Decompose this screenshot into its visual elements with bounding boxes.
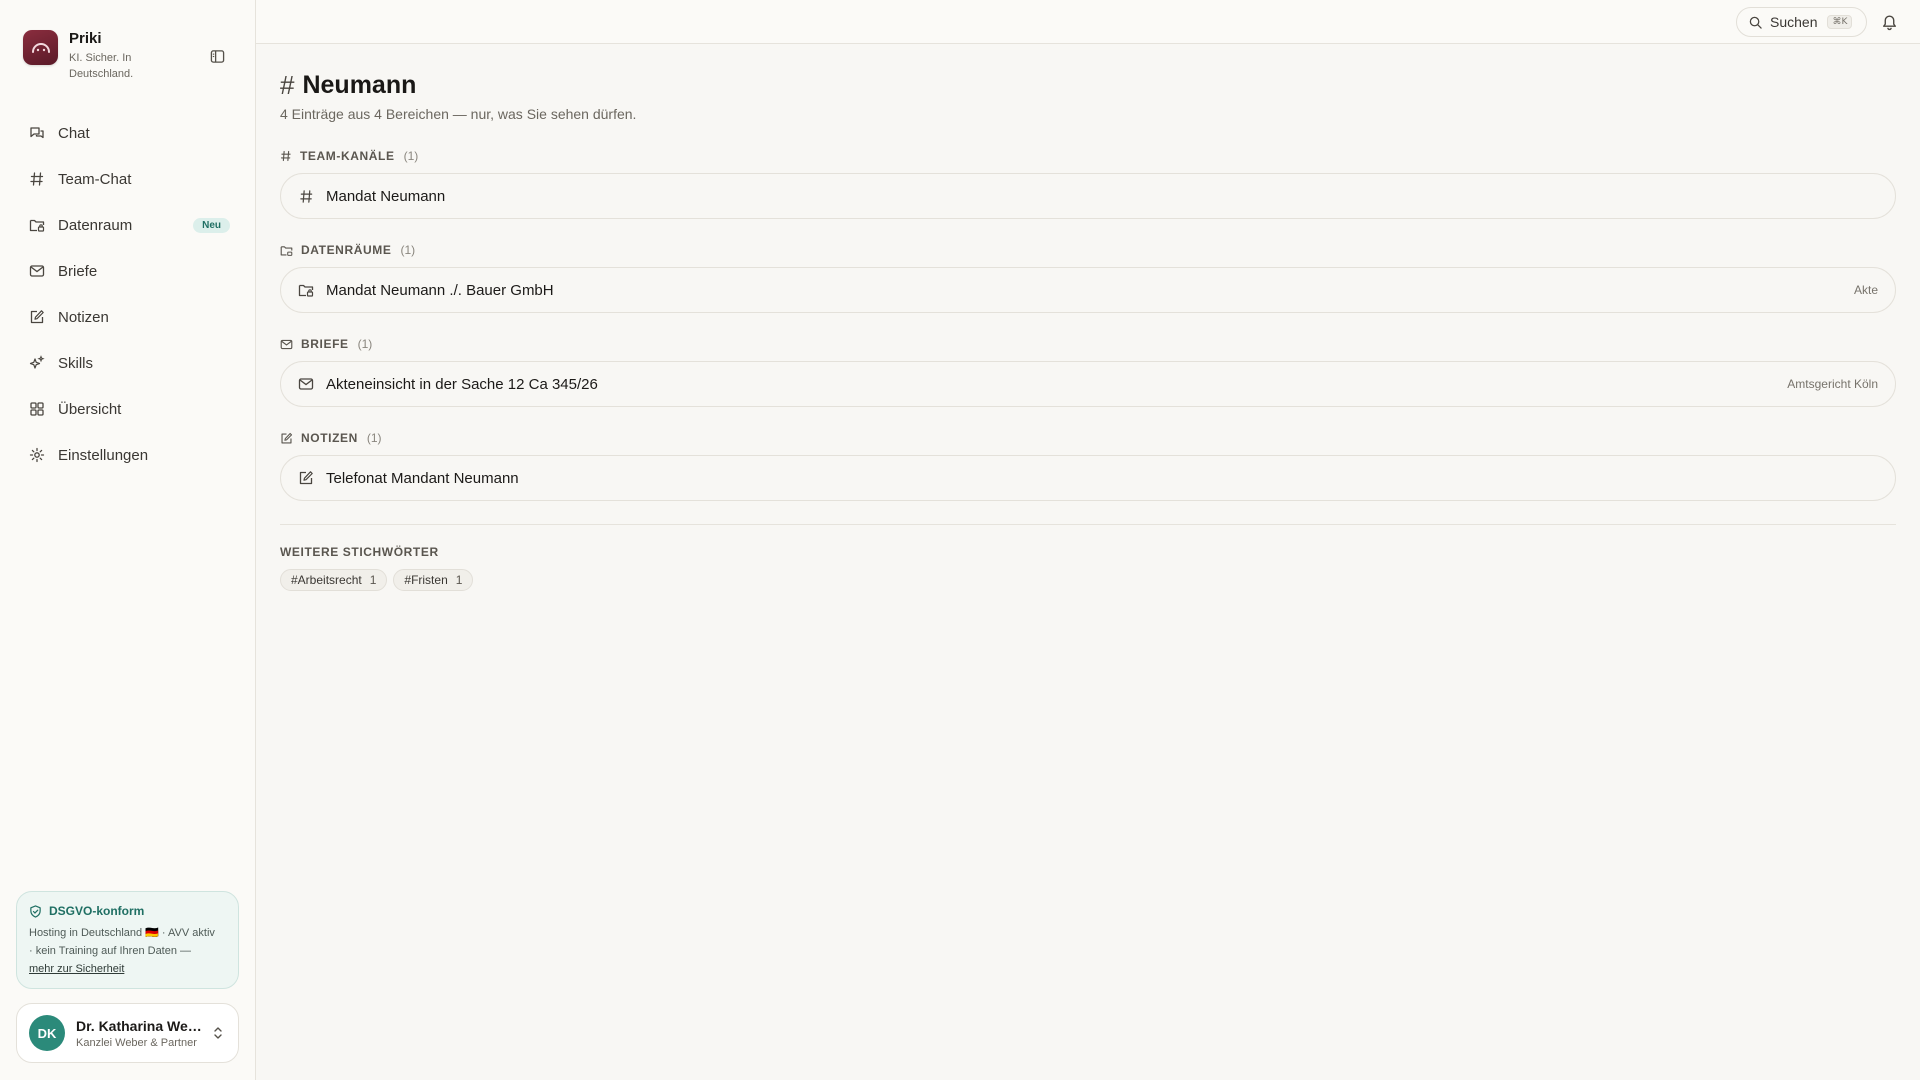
grid-icon <box>29 401 45 417</box>
nav-item-briefe[interactable]: Briefe <box>16 252 240 290</box>
section-heading: DATENRÄUME <box>301 243 392 257</box>
security-text-line2: · kein Training auf Ihren Daten — <box>29 945 192 957</box>
nav-item-datenraum[interactable]: Datenraum Neu <box>16 206 240 244</box>
nav-item-notizen[interactable]: Notizen <box>16 298 240 336</box>
brand-name: Priki <box>69 30 102 47</box>
section-heading: TEAM-KANÄLE <box>300 149 395 163</box>
nav-item-einstellungen[interactable]: Einstellungen <box>16 436 240 474</box>
nav-label-datenraum: Datenraum <box>58 216 133 234</box>
search-button[interactable]: Suchen ⌘K <box>1736 7 1867 37</box>
section-count: (1) <box>400 243 416 257</box>
nav-item-team-chat[interactable]: Team-Chat <box>16 160 240 198</box>
tag-label: #Fristen <box>404 573 448 587</box>
section-count: (1) <box>403 149 419 163</box>
result-note[interactable]: Telefonat Mandant Neumann <box>280 455 1896 501</box>
mail-icon <box>280 338 293 351</box>
nav-label-skills: Skills <box>58 354 94 372</box>
tag-count: 1 <box>455 573 463 587</box>
nav-label-team-chat: Team-Chat <box>58 170 132 188</box>
topbar: Suchen ⌘K <box>256 0 1920 44</box>
result-title: Akteneinsicht in der Sache 12 Ca 345/26 <box>326 375 598 393</box>
shield-check-icon <box>29 904 42 918</box>
sidebar: Priki KI. Sicher. In Deutschland. Chat T… <box>0 0 256 1080</box>
section-heading: BRIEFE <box>301 337 349 351</box>
result-meta: Akte <box>1853 283 1878 297</box>
note-edit-icon <box>298 470 314 486</box>
mail-icon <box>298 376 314 392</box>
result-title: Mandat Neumann <box>326 187 446 205</box>
user-org: Kanzlei Weber & Partner <box>76 1036 197 1049</box>
user-name: Dr. Katharina Weber <box>76 1017 204 1034</box>
sparkles-icon <box>29 355 45 371</box>
nav-label-notizen: Notizen <box>58 308 109 326</box>
folder-lock-icon <box>29 217 45 233</box>
brand-tagline: KI. Sicher. In Deutschland. <box>69 52 134 80</box>
nav-item-skills[interactable]: Skills <box>16 344 240 382</box>
nav-label-uebersicht: Übersicht <box>58 400 122 418</box>
hash-icon <box>29 171 45 187</box>
folder-lock-icon <box>280 244 293 257</box>
avatar: DK <box>29 1015 65 1051</box>
tag-count: 1 <box>369 573 377 587</box>
mail-icon <box>29 263 45 279</box>
more-keywords-heading: WEITERE STICHWÖRTER <box>280 545 439 559</box>
nav-item-uebersicht[interactable]: Übersicht <box>16 390 240 428</box>
keyword-tags: #Arbeitsrecht 1 #Fristen 1 <box>280 569 479 591</box>
security-title: DSGVO-konform <box>49 904 145 918</box>
result-title: Telefonat Mandant Neumann <box>326 469 519 487</box>
hash-icon: # <box>280 70 295 100</box>
chat-icon <box>29 125 45 141</box>
result-title: Mandat Neumann ./. Bauer GmbH <box>326 281 554 299</box>
security-text-line1: Hosting in Deutschland 🇩🇪 · AVV aktiv <box>29 927 215 939</box>
notifications-button[interactable] <box>1881 13 1899 31</box>
result-letter[interactable]: Akteneinsicht in der Sache 12 Ca 345/26 … <box>280 361 1896 407</box>
page-subtitle: 4 Einträge aus 4 Bereichen — nur, was Si… <box>280 106 637 122</box>
new-badge: Neu <box>193 217 230 233</box>
section-data-rooms: DATENRÄUME (1) Mandat Neumann ./. Bauer … <box>280 242 1896 313</box>
chevron-up-down-icon <box>212 1026 224 1040</box>
search-label: Suchen <box>1770 14 1818 30</box>
section-count: (1) <box>357 337 373 351</box>
bell-icon <box>1882 15 1897 31</box>
security-notice: DSGVO-konform Hosting in Deutschland 🇩🇪 … <box>16 891 239 989</box>
keyword-tag[interactable]: #Arbeitsrecht 1 <box>280 569 388 591</box>
result-team-channel[interactable]: Mandat Neumann <box>280 173 1896 219</box>
nav-label-chat: Chat <box>58 124 90 142</box>
divider <box>280 524 1896 525</box>
folder-lock-icon <box>298 282 314 298</box>
security-more-link[interactable]: mehr zur Sicherheit <box>29 963 124 975</box>
section-heading: NOTIZEN <box>301 431 358 445</box>
user-menu-button[interactable]: DK Dr. Katharina Weber Kanzlei Weber & P… <box>16 1003 239 1063</box>
keyword-tag[interactable]: #Fristen 1 <box>393 569 474 591</box>
logo-arc-icon <box>31 42 50 53</box>
result-meta: Amtsgericht Köln <box>1787 377 1878 391</box>
result-data-room[interactable]: Mandat Neumann ./. Bauer GmbH Akte <box>280 267 1896 313</box>
hash-icon <box>280 150 292 162</box>
sidebar-collapse-button[interactable] <box>208 47 226 65</box>
note-edit-icon <box>280 432 293 445</box>
section-count: (1) <box>366 431 382 445</box>
search-shortcut: ⌘K <box>1827 15 1853 29</box>
hash-icon <box>298 188 314 204</box>
section-letters: BRIEFE (1) Akteneinsicht in der Sache 12… <box>280 336 1896 407</box>
note-edit-icon <box>29 309 45 325</box>
search-icon <box>1749 16 1762 29</box>
nav-label-briefe: Briefe <box>58 262 98 280</box>
nav-item-chat[interactable]: Chat <box>16 114 240 152</box>
page-title: Neumann <box>302 71 417 99</box>
gear-icon <box>29 447 45 463</box>
section-notes: NOTIZEN (1) Telefonat Mandant Neumann <box>280 430 1896 501</box>
brand: Priki KI. Sicher. In Deutschland. <box>23 30 159 82</box>
sidebar-toggle-icon <box>210 49 224 63</box>
main-nav: Chat Team-Chat Datenraum Neu Briefe Noti… <box>16 114 240 482</box>
brand-logo <box>23 30 58 65</box>
nav-label-einstellungen: Einstellungen <box>58 446 149 464</box>
tag-label: #Arbeitsrecht <box>291 573 362 587</box>
section-team-channels: TEAM-KANÄLE (1) Mandat Neumann <box>280 148 1896 219</box>
